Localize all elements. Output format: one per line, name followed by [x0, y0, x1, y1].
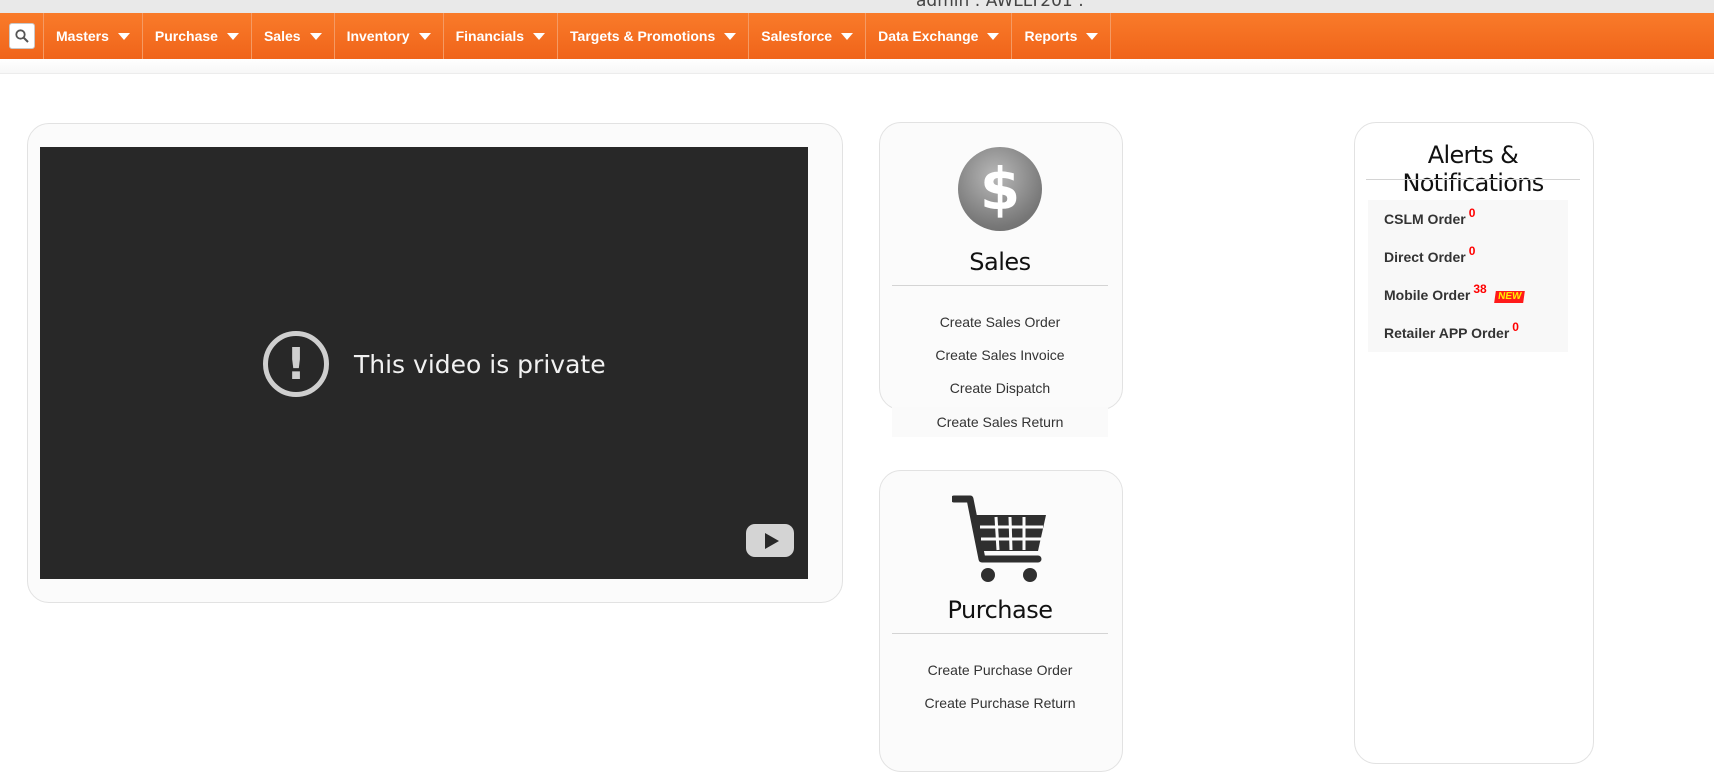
- user-info: admin : AWLLT201 :: [916, 0, 1084, 11]
- nav-financials[interactable]: Financials: [444, 13, 559, 59]
- alerts-title: Alerts & Notifications: [1402, 141, 1544, 197]
- new-badge: NEW: [1493, 291, 1525, 303]
- video-message-text: This video is private: [354, 349, 606, 379]
- divider: [892, 633, 1108, 634]
- nav-label: Inventory: [346, 28, 410, 44]
- create-purchase-order-link[interactable]: Create Purchase Order: [892, 655, 1108, 685]
- navbar-shadow: [0, 59, 1714, 74]
- sales-panel-title: Sales: [969, 248, 1031, 276]
- create-sales-order-link[interactable]: Create Sales Order: [892, 307, 1108, 337]
- nav-label: Salesforce: [761, 28, 833, 44]
- create-purchase-return-link[interactable]: Create Purchase Return: [892, 688, 1108, 718]
- nav-data-exchange[interactable]: Data Exchange: [866, 13, 1013, 59]
- youtube-play-icon[interactable]: [746, 524, 794, 557]
- nav-label: Sales: [263, 28, 301, 44]
- caret-down-icon: [226, 32, 239, 40]
- alert-cslm-order[interactable]: CSLM Order 0: [1368, 200, 1568, 238]
- create-sales-invoice-link[interactable]: Create Sales Invoice: [892, 340, 1108, 370]
- nav-sales[interactable]: Sales: [252, 13, 335, 59]
- nav-inventory[interactable]: Inventory: [335, 13, 444, 59]
- video-private-message: ! This video is private: [263, 331, 606, 397]
- divider: [892, 285, 1108, 286]
- alert-label: Retailer APP Order: [1384, 325, 1510, 341]
- caret-down-icon: [533, 32, 546, 40]
- main-navbar: Masters Purchase Sales Inventory Financi…: [0, 13, 1714, 59]
- nav-label: Financials: [455, 28, 525, 44]
- caret-down-icon: [117, 32, 130, 40]
- nav-masters[interactable]: Masters: [44, 13, 143, 59]
- video-player[interactable]: ! This video is private: [40, 147, 808, 579]
- alert-count: 0: [1512, 320, 1519, 334]
- nav-label: Purchase: [154, 28, 218, 44]
- caret-down-icon: [309, 32, 322, 40]
- caret-down-icon: [841, 32, 854, 40]
- alert-label: Direct Order: [1384, 249, 1466, 265]
- nav-label: Masters: [56, 28, 109, 44]
- caret-down-icon: [724, 32, 737, 40]
- alert-retailer-app-order[interactable]: Retailer APP Order 0: [1368, 314, 1568, 352]
- dollar-icon: $: [958, 147, 1042, 231]
- alert-count: 0: [1468, 206, 1476, 220]
- nav-label: Targets & Promotions: [570, 28, 716, 44]
- alert-label: Mobile Order: [1384, 287, 1471, 303]
- nav-salesforce[interactable]: Salesforce: [749, 13, 867, 59]
- nav-label: Reports: [1024, 28, 1078, 44]
- purchase-panel-title: Purchase: [947, 596, 1053, 624]
- create-sales-return-link[interactable]: Create Sales Return: [892, 407, 1108, 437]
- create-dispatch-link[interactable]: Create Dispatch: [892, 373, 1108, 403]
- caret-down-icon: [1086, 32, 1099, 40]
- search-icon: [8, 23, 35, 49]
- nav-targets-promotions[interactable]: Targets & Promotions: [558, 13, 750, 59]
- warning-icon: !: [263, 331, 329, 397]
- caret-down-icon: [418, 32, 431, 40]
- divider: [1366, 179, 1580, 180]
- cart-icon: [952, 495, 1046, 582]
- top-strip: [0, 0, 1714, 13]
- nav-label: Data Exchange: [878, 28, 979, 44]
- alert-label: CSLM Order: [1384, 211, 1466, 227]
- nav-reports[interactable]: Reports: [1012, 13, 1112, 59]
- alerts-list: CSLM Order 0 Direct Order 0 Mobile Order 38…: [1368, 200, 1568, 352]
- alert-count: 0: [1468, 244, 1476, 258]
- caret-down-icon: [987, 32, 1000, 40]
- nav-purchase[interactable]: Purchase: [143, 13, 252, 59]
- alert-count: 38: [1473, 282, 1487, 296]
- search-button[interactable]: [0, 13, 44, 59]
- alert-direct-order[interactable]: Direct Order 0: [1368, 238, 1568, 276]
- alert-mobile-order[interactable]: Mobile Order 38 NEW: [1368, 276, 1568, 314]
